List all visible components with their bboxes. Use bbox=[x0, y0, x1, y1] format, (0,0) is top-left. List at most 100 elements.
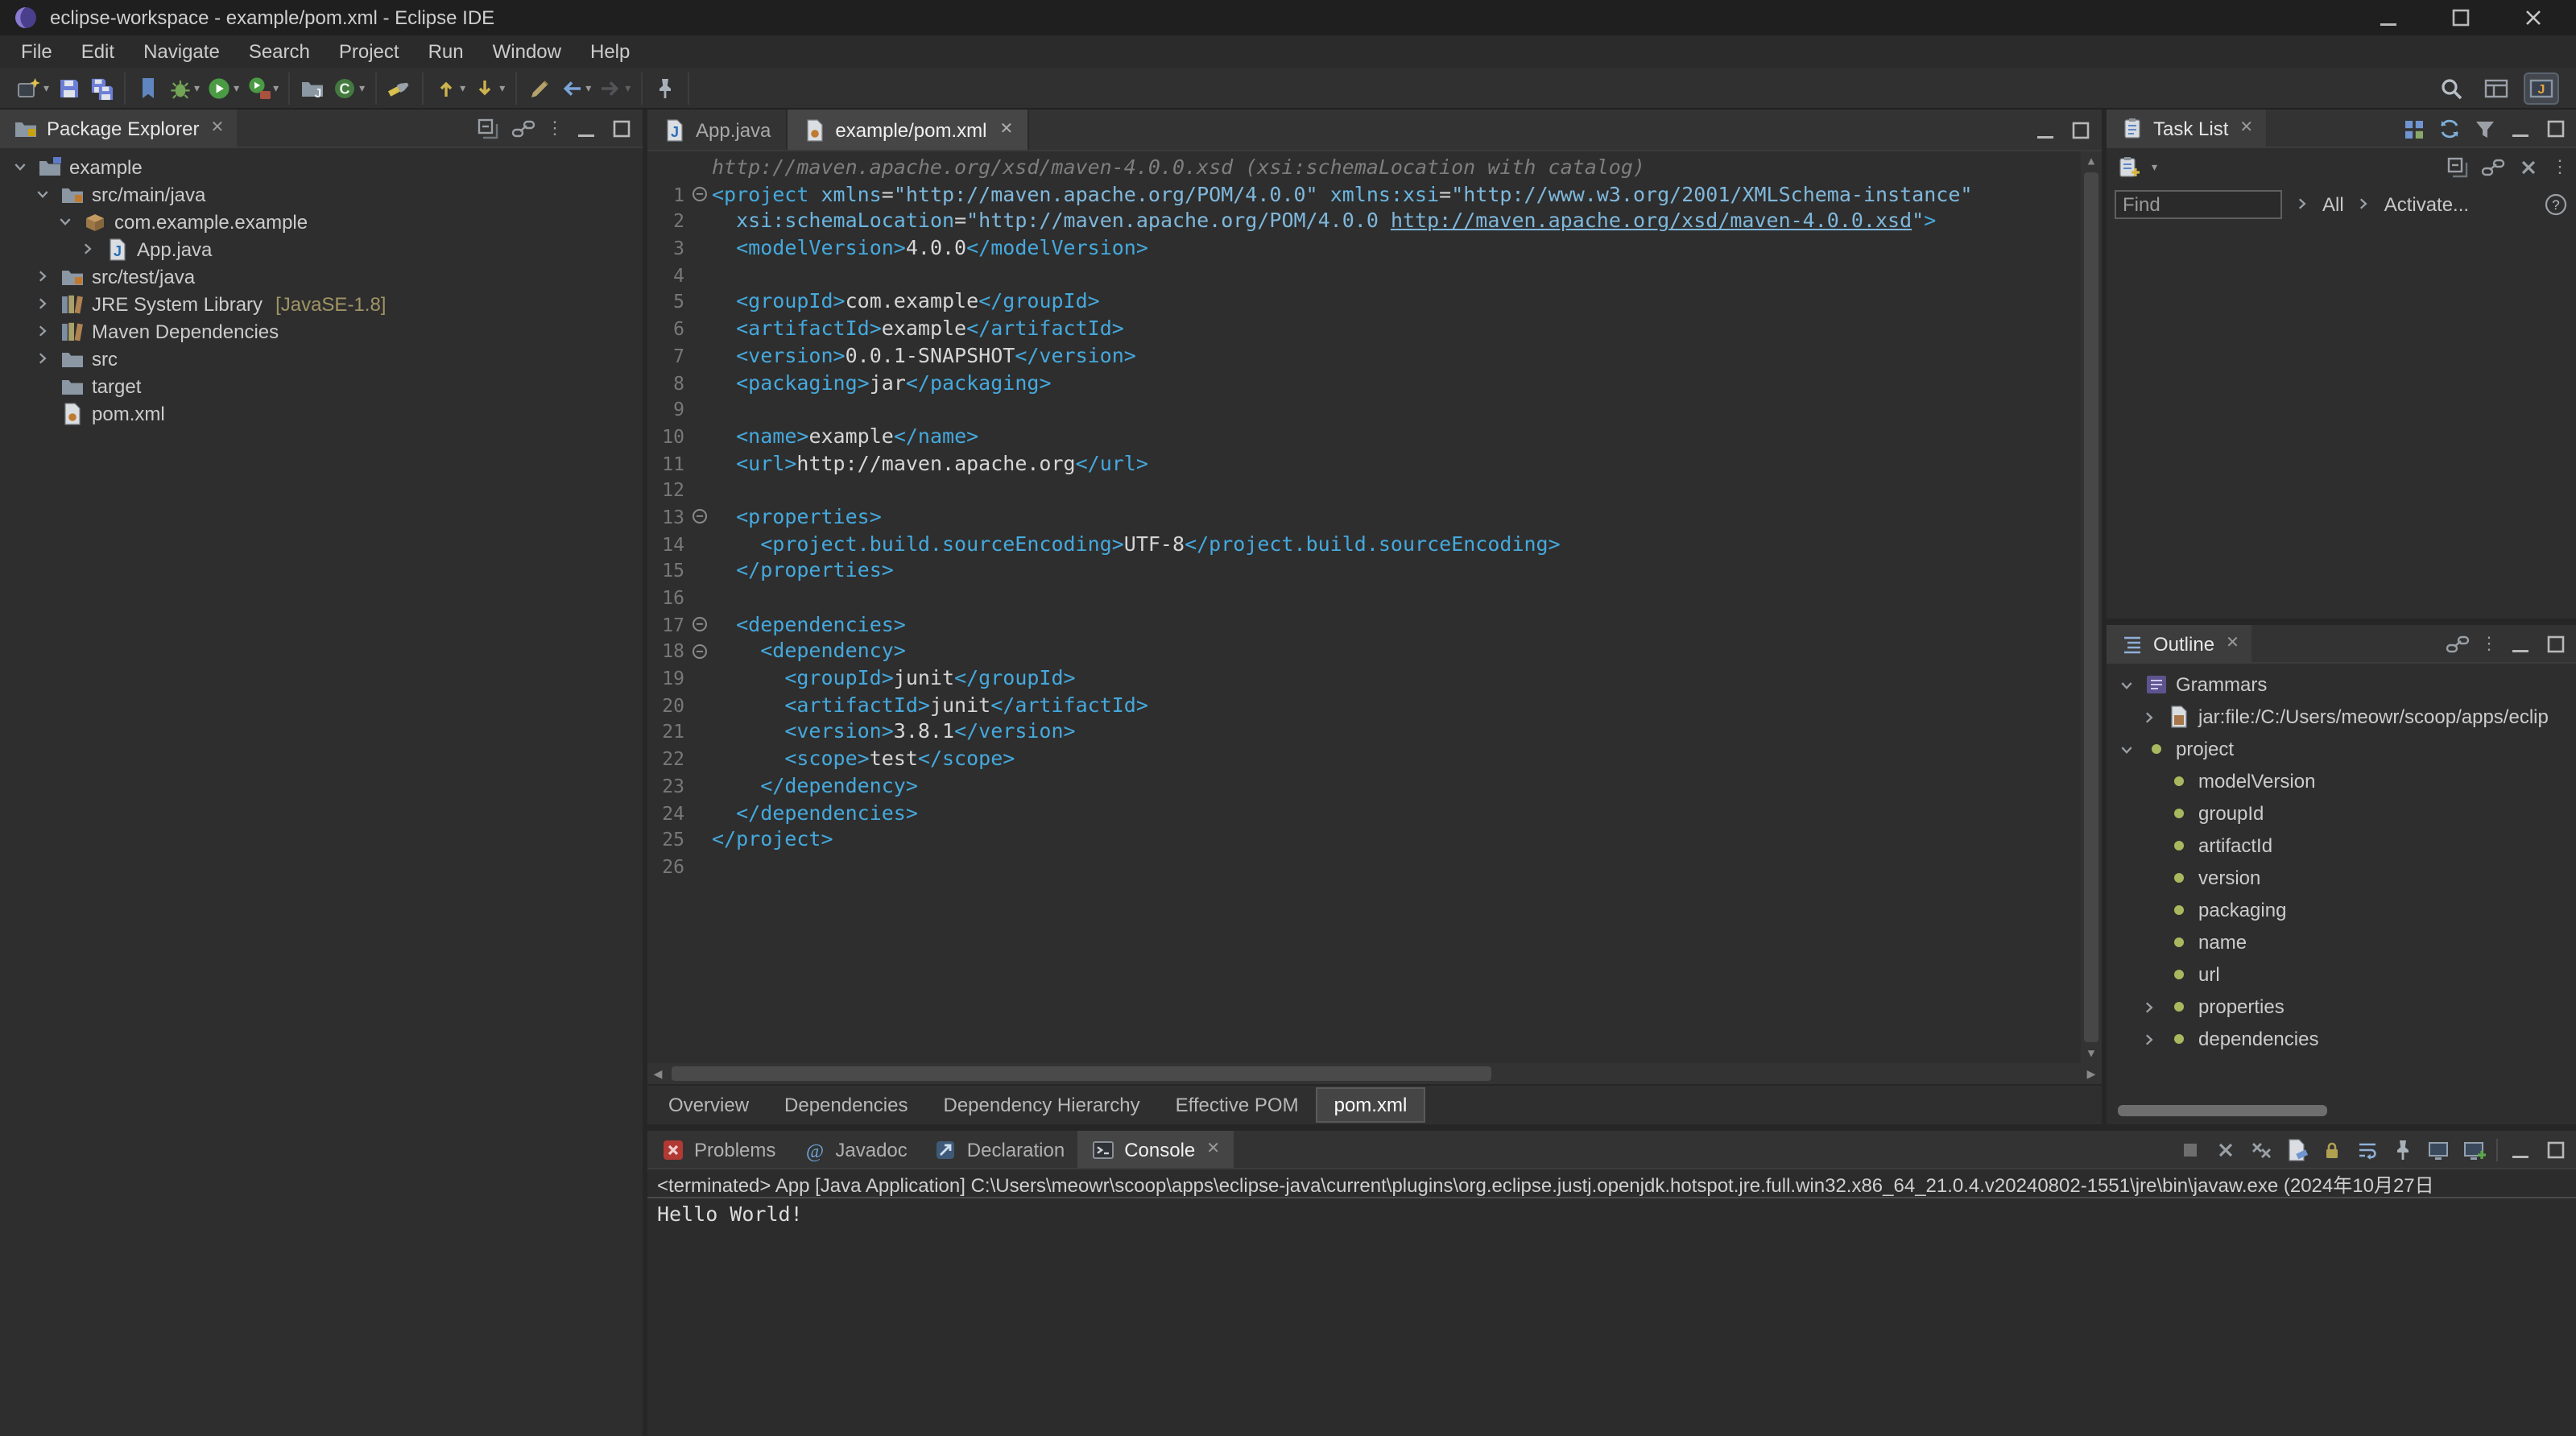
code-line-22[interactable]: 22 <scope>test</scope> bbox=[647, 746, 2081, 772]
package-explorer-item-app-java[interactable]: J App.java bbox=[0, 235, 643, 263]
chevron-down-icon[interactable] bbox=[10, 154, 31, 180]
code-line-1[interactable]: 1− <project xmlns="http://maven.apache.or… bbox=[647, 181, 2081, 208]
chevron-right-icon[interactable] bbox=[2139, 1026, 2160, 1052]
dropdown-arrow-icon[interactable]: ▾ bbox=[194, 81, 200, 94]
code-mining-line[interactable]: http://maven.apache.org/xsd/maven-4.0.0.… bbox=[647, 155, 2081, 181]
editor-tab-example-pom-xml[interactable]: example/pom.xml ✕ bbox=[787, 110, 1030, 150]
editor-vertical-scrollbar[interactable]: ▲ ▼ bbox=[2081, 151, 2102, 1063]
forward-button[interactable]: ▾ bbox=[594, 73, 634, 102]
code-line-9[interactable]: 9 bbox=[647, 396, 2081, 423]
display-selected-icon[interactable] bbox=[2425, 1136, 2451, 1162]
fold-collapse-icon[interactable]: − bbox=[693, 644, 707, 659]
new-task-dropdown-icon[interactable]: ▾ bbox=[2152, 160, 2157, 173]
window-close-button[interactable] bbox=[2503, 0, 2564, 35]
fold-collapse-icon[interactable]: − bbox=[693, 187, 707, 202]
scroll-down-icon[interactable]: ▼ bbox=[2088, 1044, 2094, 1063]
scroll-left-icon[interactable]: ◀ bbox=[647, 1067, 668, 1080]
code-line-2[interactable]: 2 xsi:schemaLocation="http://maven.apach… bbox=[647, 209, 2081, 235]
new-class-button[interactable]: C ▾ bbox=[329, 73, 368, 102]
collapse-all-icon[interactable] bbox=[2445, 154, 2471, 180]
outline-item-properties[interactable]: properties bbox=[2107, 991, 2576, 1023]
package-explorer-item-target[interactable]: target bbox=[0, 372, 643, 399]
dropdown-arrow-icon[interactable]: ▾ bbox=[499, 81, 505, 94]
chevron-right-icon[interactable] bbox=[2292, 191, 2313, 217]
code-line-24[interactable]: 24 </dependencies> bbox=[647, 800, 2081, 826]
code-line-13[interactable]: 13− <properties> bbox=[647, 504, 2081, 531]
package-explorer-item-jre-system-library[interactable]: JRE System Library [JavaSE-1.8] bbox=[0, 290, 643, 317]
package-explorer-item-src-test-java[interactable]: src/test/java bbox=[0, 263, 643, 290]
console-tab-javadoc[interactable]: @ Javadoc bbox=[788, 1131, 920, 1168]
pin-icon[interactable] bbox=[2390, 1136, 2416, 1162]
chevron-right-icon[interactable] bbox=[2139, 994, 2160, 1020]
close-view-icon[interactable]: ✕ bbox=[210, 119, 224, 137]
code-line-25[interactable]: 25 </project> bbox=[647, 826, 2081, 853]
next-ann-button[interactable]: ▾ bbox=[469, 73, 508, 102]
persp-grid-button[interactable] bbox=[2480, 73, 2512, 102]
chevron-down-icon[interactable] bbox=[2116, 672, 2137, 697]
minimize-view-icon[interactable] bbox=[2508, 115, 2533, 141]
task-list-tab[interactable]: Task List ✕ bbox=[2107, 110, 2267, 147]
console-tab-problems[interactable]: Problems bbox=[647, 1131, 788, 1168]
outline-item-version[interactable]: version bbox=[2107, 862, 2576, 894]
scroll-right-icon[interactable]: ▶ bbox=[2081, 1067, 2102, 1080]
minimize-editor-icon[interactable] bbox=[2032, 117, 2058, 143]
categorized-icon[interactable] bbox=[2401, 115, 2427, 141]
code-line-21[interactable]: 21 <version>3.8.1</version> bbox=[647, 719, 2081, 746]
filter-icon[interactable] bbox=[2472, 115, 2498, 141]
menu-project[interactable]: Project bbox=[325, 37, 414, 66]
code-line-19[interactable]: 19 <groupId>junit</groupId> bbox=[647, 665, 2081, 692]
vscroll-thumb[interactable] bbox=[2084, 172, 2098, 1042]
minimize-view-icon[interactable] bbox=[2508, 631, 2533, 656]
minimize-view-icon[interactable] bbox=[573, 115, 599, 141]
save-button[interactable] bbox=[52, 73, 85, 102]
link-with-editor-icon[interactable] bbox=[2480, 154, 2506, 180]
dropdown-arrow-icon[interactable]: ▾ bbox=[359, 81, 365, 94]
chevron-right-icon[interactable] bbox=[2139, 704, 2160, 730]
code-line-26[interactable]: 26 bbox=[647, 854, 2081, 880]
fold-collapse-icon[interactable]: − bbox=[693, 509, 707, 524]
chevron-right-icon[interactable] bbox=[32, 291, 53, 317]
fold-collapse-icon[interactable]: − bbox=[693, 617, 707, 632]
dropdown-arrow-icon[interactable]: ▾ bbox=[234, 81, 239, 94]
code-line-4[interactable]: 4 bbox=[647, 263, 2081, 289]
save-all-button[interactable] bbox=[85, 73, 117, 102]
terminate-icon[interactable] bbox=[2177, 1136, 2203, 1162]
package-explorer-item-com-example-example[interactable]: com.example.example bbox=[0, 208, 643, 235]
close-view-icon[interactable]: ✕ bbox=[2239, 119, 2253, 137]
back-button[interactable]: ▾ bbox=[555, 73, 594, 102]
code-line-5[interactable]: 5 <groupId>com.example</groupId> bbox=[647, 289, 2081, 316]
package-explorer-item-src[interactable]: src bbox=[0, 345, 643, 372]
pin-button[interactable] bbox=[648, 73, 680, 102]
remove-task-icon[interactable] bbox=[2516, 154, 2541, 180]
outline-item-project[interactable]: project bbox=[2107, 733, 2576, 765]
help-icon[interactable]: ? bbox=[2543, 191, 2569, 217]
close-tab-icon[interactable]: ✕ bbox=[999, 121, 1013, 139]
ext-tools-button[interactable]: ▾ bbox=[242, 73, 282, 102]
menu-edit[interactable]: Edit bbox=[67, 37, 129, 66]
pom-page-tab-pom-xml[interactable]: pom.xml bbox=[1316, 1087, 1425, 1123]
xml-editor[interactable]: http://maven.apache.org/xsd/maven-4.0.0.… bbox=[647, 151, 2102, 1063]
code-line-15[interactable]: 15 </properties> bbox=[647, 558, 2081, 585]
hscroll-track[interactable] bbox=[668, 1066, 2081, 1081]
outline-item-url[interactable]: url bbox=[2107, 958, 2576, 991]
package-explorer-item-src-main-java[interactable]: src/main/java bbox=[0, 180, 643, 208]
debug-button[interactable]: ▾ bbox=[163, 73, 203, 102]
dropdown-arrow-icon[interactable]: ▾ bbox=[43, 81, 49, 94]
window-minimize-button[interactable] bbox=[2358, 0, 2419, 35]
find-input[interactable] bbox=[2115, 189, 2282, 218]
outline-item-name[interactable]: name bbox=[2107, 926, 2576, 958]
outline-item-jar-file-c-users-meowr-scoop-app[interactable]: jar:file:/C:/Users/meowr/scoop/apps/ecli… bbox=[2107, 701, 2576, 733]
chevron-right-icon[interactable] bbox=[32, 263, 53, 289]
new-wizard-button[interactable]: ▾ bbox=[13, 73, 52, 102]
last-edit-button[interactable] bbox=[523, 73, 555, 102]
code-line-23[interactable]: 23 </dependency> bbox=[647, 773, 2081, 800]
code-line-17[interactable]: 17− <dependencies> bbox=[647, 611, 2081, 638]
console-tab-console[interactable]: Console ✕ bbox=[1077, 1131, 1234, 1168]
package-explorer-item-maven-dependencies[interactable]: Maven Dependencies bbox=[0, 317, 643, 345]
outline-item-packaging[interactable]: packaging bbox=[2107, 894, 2576, 926]
package-explorer-item-example[interactable]: example bbox=[0, 153, 643, 180]
collapse-all-icon[interactable] bbox=[475, 115, 501, 141]
synchronize-icon[interactable] bbox=[2437, 115, 2462, 141]
maximize-view-icon[interactable] bbox=[2543, 115, 2569, 141]
link-with-editor-icon[interactable] bbox=[511, 115, 536, 141]
